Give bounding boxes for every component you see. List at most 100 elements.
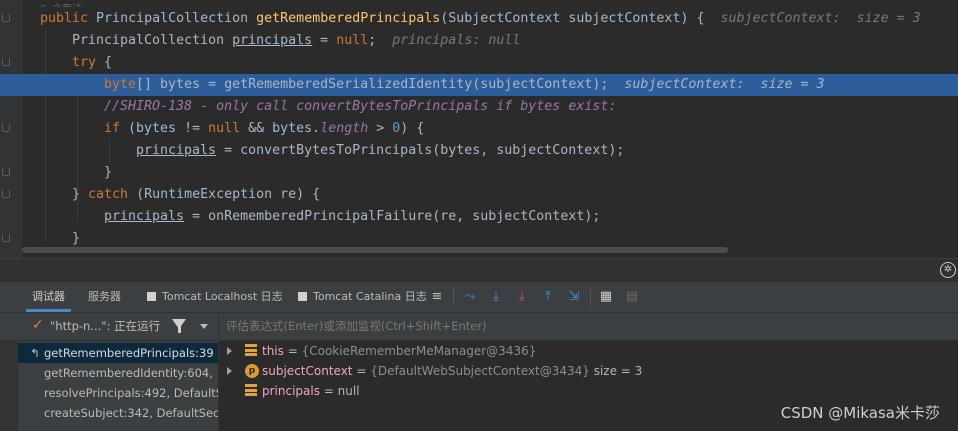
- trace-icon[interactable]: ▤: [623, 288, 641, 306]
- code-token: [] bytes = getRememberedSerializedIdenti…: [136, 77, 625, 92]
- frame-item-selected[interactable]: ↰ getRememberedPrincipals:39: [18, 343, 218, 363]
- code-token: public: [40, 11, 97, 26]
- filter-icon[interactable]: [172, 319, 186, 333]
- evaluate-icon[interactable]: ▦: [597, 288, 615, 306]
- step-into-icon[interactable]: ⤓: [513, 288, 531, 306]
- code-token: (RuntimeException re) {: [136, 187, 321, 202]
- inline-value-hint: principals: null: [392, 33, 521, 48]
- code-editor[interactable]: 0 个用法 public PrincipalCollection getReme…: [0, 0, 958, 258]
- console-icon: [147, 292, 156, 301]
- frames-list: ↰ getRememberedPrincipals:39 getRemembere…: [0, 341, 219, 431]
- variable-row-principals[interactable]: principals = null: [219, 381, 958, 401]
- run-to-cursor-icon[interactable]: ⇲: [565, 288, 583, 306]
- code-token: length: [320, 121, 369, 136]
- code-token: }: [72, 187, 89, 202]
- tab-services-label: 服务器: [88, 290, 121, 303]
- code-token: >: [368, 121, 393, 136]
- code-token: catch: [88, 187, 137, 202]
- variable-extra: size = 3: [589, 364, 643, 378]
- code-token: = onRememberedPrincipalFailure(re, subje…: [184, 209, 601, 224]
- variable-value: {DefaultWebSubjectContext@3434}: [370, 364, 590, 378]
- thread-label: "http-n...": 正在运行: [50, 319, 161, 333]
- frame-label: getRememberedPrincipals:39: [44, 346, 214, 360]
- variable-row-this[interactable]: this = {CookieRememberMeManager@3436}: [219, 341, 958, 361]
- fold-icon[interactable]: [2, 168, 10, 176]
- code-token: }: [104, 165, 113, 180]
- code-token: }: [72, 231, 81, 246]
- code-text: if (bytes != null && bytes.length > 0) {: [22, 121, 424, 136]
- thread-selector[interactable]: ✓ "http-n...": 正在运行: [0, 313, 219, 340]
- code-line[interactable]: principals = onRememberedPrincipalFailur…: [22, 206, 600, 228]
- frame-item[interactable]: getRememberedIdentity:604,: [44, 363, 218, 383]
- code-line[interactable]: PrincipalCollection principals = null; p…: [22, 30, 520, 52]
- console-icon: [298, 292, 307, 301]
- code-line-current[interactable]: byte[] bytes = getRememberedSerializedId…: [0, 74, 958, 96]
- variable-value: {CookieRememberMeManager@3436}: [301, 344, 537, 358]
- debug-tool-tabs: 调试器 服务器 Tomcat Localhost 日志 Tomcat Catal…: [0, 282, 958, 313]
- code-line[interactable]: if (bytes != null && bytes.length > 0) {: [22, 118, 424, 140]
- fold-icon[interactable]: [2, 190, 10, 198]
- variable-name: this: [262, 344, 284, 358]
- toolbar-divider: [590, 289, 591, 305]
- code-line[interactable]: }: [22, 162, 112, 184]
- code-text: try {: [22, 55, 112, 70]
- frame-item[interactable]: resolvePrincipals:492, DefaultS: [44, 383, 218, 403]
- tab-debugger[interactable]: 调试器: [26, 282, 71, 312]
- code-line[interactable]: } catch (RuntimeException re) {: [22, 184, 320, 206]
- tab-debugger-label: 调试器: [32, 290, 65, 303]
- show-execution-point-icon[interactable]: ⤳: [461, 288, 479, 306]
- variable-value: null: [337, 384, 360, 398]
- code-token: null: [336, 33, 369, 48]
- code-token: (SubjectContext subjectContext) {: [440, 11, 721, 26]
- fold-icon[interactable]: [2, 58, 10, 66]
- step-over-icon[interactable]: ⤓: [487, 288, 505, 306]
- code-line[interactable]: //SHIRO-138 - only call convertBytesToPr…: [22, 96, 616, 118]
- return-arrow-icon: ↰: [30, 346, 40, 360]
- fold-icon[interactable]: [2, 234, 10, 242]
- code-token: && bytes.: [248, 121, 321, 136]
- parameter-icon: p: [245, 364, 259, 378]
- evaluate-expression-input[interactable]: 评估表达式(Enter)或添加监视(Ctrl+Shift+Enter): [226, 313, 487, 340]
- step-out-icon[interactable]: ⤒: [539, 288, 557, 306]
- code-token: principals: [104, 209, 185, 224]
- usages-hint: 0 个用法: [40, 0, 82, 7]
- code-token: //SHIRO-138 - only call convertBytesToPr…: [104, 99, 617, 114]
- code-line[interactable]: public PrincipalCollection getRemembered…: [22, 8, 921, 30]
- toolbar-divider: [453, 289, 454, 305]
- horizontal-scrollbar[interactable]: [22, 247, 728, 253]
- code-text: byte[] bytes = getRememberedSerializedId…: [0, 77, 825, 92]
- code-token: {: [104, 55, 113, 70]
- code-token: byte: [104, 77, 137, 92]
- watermark: CSDN @Mikasa米卡莎: [780, 404, 940, 422]
- code-token: try: [72, 55, 105, 70]
- variable-name: principals: [262, 384, 320, 398]
- fold-icon[interactable]: [2, 14, 10, 22]
- tab-tomcat-catalina[interactable]: Tomcat Catalina 日志: [298, 282, 427, 312]
- code-text: }: [22, 231, 80, 246]
- fold-icon[interactable]: [2, 124, 10, 132]
- code-token: PrincipalCollection: [72, 33, 233, 48]
- tab-services[interactable]: 服务器: [88, 282, 121, 312]
- debug-subbar: ✓ "http-n...": 正在运行 评估表达式(Enter)或添加监视(Ct…: [0, 313, 958, 341]
- field-icon: [245, 384, 257, 396]
- editor-gutter[interactable]: [0, 0, 22, 258]
- tab-tomcat-localhost-label: Tomcat Localhost 日志: [162, 290, 283, 303]
- tab-tomcat-localhost[interactable]: Tomcat Localhost 日志: [147, 282, 283, 312]
- frame-item[interactable]: createSubject:342, DefaultSec: [44, 403, 218, 423]
- code-token: ) {: [400, 121, 425, 136]
- variable-row-subjectcontext[interactable]: p subjectContext = {DefaultWebSubjectCon…: [219, 361, 958, 381]
- chevron-down-icon[interactable]: [200, 324, 208, 329]
- expand-arrow-icon[interactable]: [227, 347, 232, 355]
- code-text: //SHIRO-138 - only call convertBytesToPr…: [22, 99, 616, 114]
- variable-name: subjectContext: [262, 364, 353, 378]
- code-line[interactable]: principals = convertBytesToPrincipals(by…: [22, 140, 624, 162]
- inline-value-hint: subjectContext: size = 3: [624, 77, 825, 92]
- code-token: getRememberedPrincipals: [256, 11, 441, 26]
- code-token: null: [208, 121, 249, 136]
- menu-icon[interactable]: ≡: [428, 288, 446, 306]
- settings-gear-icon[interactable]: ✲: [940, 262, 956, 278]
- code-token: (bytes !=: [128, 121, 209, 136]
- inline-value-hint: subjectContext: size = 3: [720, 11, 921, 26]
- code-line[interactable]: try {: [22, 52, 112, 74]
- expand-arrow-icon[interactable]: [227, 367, 232, 375]
